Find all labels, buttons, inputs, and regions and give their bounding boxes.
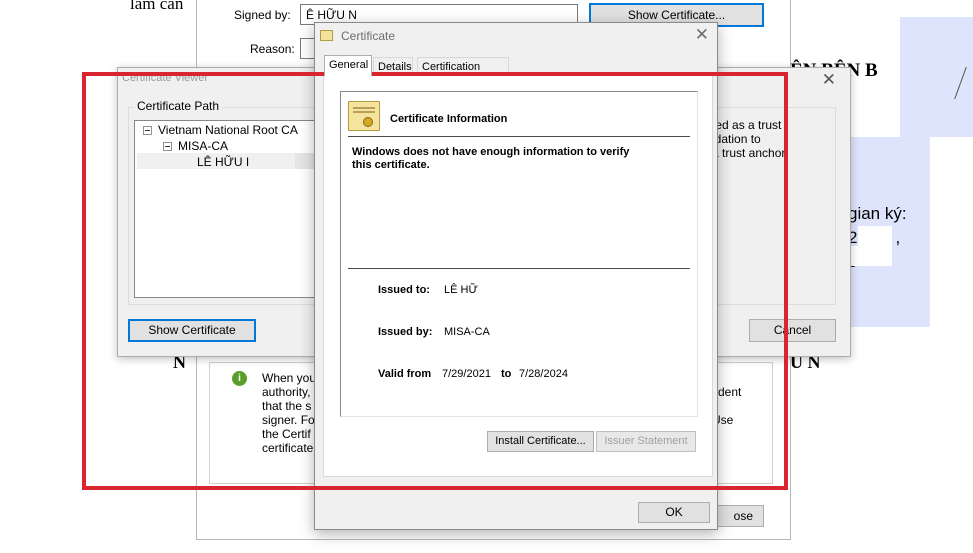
valid-from-value: 7/29/2021 [442, 368, 491, 380]
divider [348, 136, 690, 137]
document-side-line1: gian ký: [848, 204, 907, 223]
minus-box-icon[interactable] [143, 126, 152, 135]
trust-anchor-line: idation to [712, 132, 761, 146]
ok-button[interactable]: OK [638, 502, 710, 523]
certificate-information-panel: Certificate Information Windows does not… [340, 91, 698, 417]
tree-item-label: LÊ HỮU I [197, 155, 250, 169]
issued-by-label: Issued by: [378, 326, 433, 338]
install-certificate-button[interactable]: Install Certificate... [487, 431, 594, 452]
trust-info-line: signer. Fo [262, 413, 315, 427]
issued-to-value: LÊ HỮ [444, 284, 478, 296]
viewer-show-certificate-button[interactable]: Show Certificate [128, 319, 256, 342]
tree-item-leaf[interactable]: LÊ HỮU I [197, 155, 249, 169]
divider [348, 268, 690, 269]
valid-from-label: Valid from [378, 368, 432, 380]
certificate-viewer-title: Certificate Viewer [122, 72, 208, 84]
trust-info-line: the Certif [262, 427, 311, 441]
certificate-path-label: Certificate Path [134, 99, 223, 113]
signed-by-value: Ê HỮU N [306, 8, 357, 22]
trust-anchor-line: a trust anchor. [712, 146, 789, 160]
issued-by-value: MISA-CA [444, 326, 490, 338]
tab-details[interactable]: Details [373, 57, 413, 75]
certificate-information-title: Certificate Information [390, 113, 508, 125]
certificate-dialog: Certificate ✕ General Details Certificat… [314, 22, 718, 530]
minus-box-icon[interactable] [163, 142, 172, 151]
issued-to-label: Issued to: [378, 284, 430, 296]
trust-info-line: that the s [262, 399, 312, 413]
close-icon[interactable]: ✕ [822, 70, 836, 90]
trust-anchor-text: ted as a trust idation to a trust anchor… [712, 118, 788, 160]
verification-warning-line2: this certificate. [352, 159, 430, 171]
certificate-dialog-title: Certificate [341, 29, 396, 43]
trust-info-line: certificate [262, 441, 314, 455]
valid-to-label: to [501, 368, 512, 380]
tree-item-root[interactable]: Vietnam National Root CA [143, 123, 298, 137]
document-text-fragment: làm căn [130, 0, 184, 13]
certificate-icon [348, 101, 380, 131]
trust-info-line: authority, [262, 385, 311, 399]
trust-info-line: When you [262, 371, 317, 385]
trust-info-text-left: When you authority, that the s signer. F… [262, 371, 316, 455]
tab-general[interactable]: General [324, 55, 372, 76]
certificate-icon-seal [363, 117, 373, 127]
certificate-icon [320, 30, 333, 41]
tree-selection-highlight [295, 153, 315, 169]
close-icon[interactable]: ✕ [695, 25, 709, 45]
verification-warning: Windows does not have enough information… [352, 146, 629, 172]
trust-anchor-line: ted as a trust [712, 118, 782, 132]
certificate-icon-lines [353, 107, 375, 109]
verification-warning-line1: Windows does not have enough information… [352, 146, 630, 158]
document-redaction [850, 246, 892, 266]
document-redaction [858, 226, 892, 248]
info-icon: i [232, 371, 247, 386]
tree-item-label: Vietnam National Root CA [158, 123, 298, 137]
issuer-statement-button[interactable]: Issuer Statement [596, 431, 696, 452]
reason-label: Reason: [250, 42, 295, 56]
document-side-line2-b: , [895, 228, 901, 247]
general-tab-panel: Certificate Information Windows does not… [323, 75, 713, 477]
tree-item-intermediate[interactable]: MISA-CA [163, 139, 228, 153]
tree-item-label: MISA-CA [178, 139, 229, 153]
tab-certification-path[interactable]: Certification Path [417, 57, 509, 85]
signed-by-label: Signed by: [234, 8, 291, 22]
cancel-button[interactable]: Cancel [749, 319, 836, 342]
valid-to-value: 7/28/2024 [519, 368, 568, 380]
